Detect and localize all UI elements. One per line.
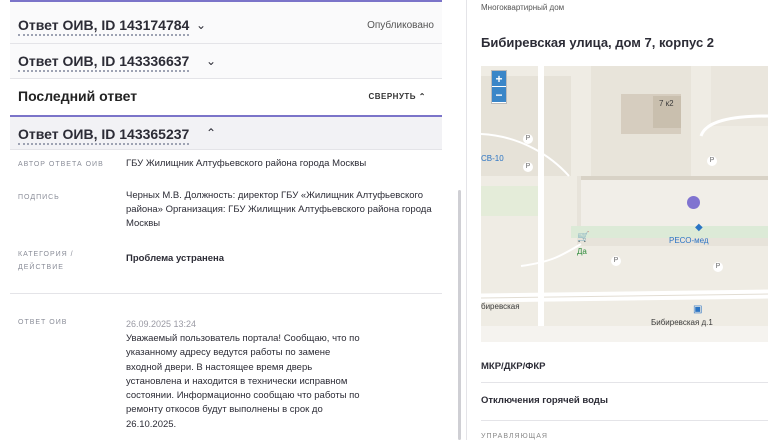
response-title[interactable]: Ответ ОИВ, ID 143336637	[18, 52, 190, 72]
section-hot-water[interactable]: Отключения горячей воды	[481, 395, 608, 406]
chevron-up-icon[interactable]: ⌃	[419, 92, 426, 101]
map[interactable]: + − 7 к2 СВ-10 РЕСО-мед Да биревская Биб…	[481, 66, 768, 342]
poi-resomed-label[interactable]: РЕСО-мед	[669, 236, 709, 245]
section-mkr[interactable]: МКР/ДКР/ФКР	[481, 361, 545, 372]
signature-value: Черных М.В. Должность: директор ГБУ «Жил…	[126, 190, 432, 229]
scrollbar[interactable]	[458, 190, 461, 440]
house-type: Многоквартирный дом	[481, 3, 565, 12]
zoom-control[interactable]: + −	[491, 70, 507, 104]
status-badge: Опубликовано	[367, 20, 434, 31]
response-accordion-1[interactable]: Ответ ОИВ, ID 143174784 ⌄ Опубликовано	[10, 0, 442, 44]
last-answer-heading: Последний ответ	[18, 88, 138, 104]
parking-icon: P	[523, 134, 533, 144]
clinic-icon[interactable]: ◆	[695, 222, 703, 233]
map-canvas[interactable]	[481, 66, 768, 342]
house-address: Бибиревская улица, дом 7, корпус 2	[481, 35, 715, 50]
response-accordion-2[interactable]: Ответ ОИВ, ID 143336637 ⌄	[10, 44, 442, 79]
last-answer-header: Последний ответ СВЕРНУТЬ ⌃	[10, 79, 442, 115]
house-panel: Многоквартирный дом Бибиревская улица, д…	[466, 0, 768, 440]
chevron-down-icon[interactable]: ⌄	[196, 18, 206, 32]
collapse-label[interactable]: СВЕРНУТЬ	[368, 92, 416, 101]
category-label: КАТЕГОРИЯ / ДЕЙСТВИЕ	[18, 251, 74, 271]
building-label: 7 к2	[659, 99, 674, 108]
zoom-out-button[interactable]: −	[492, 87, 506, 103]
zoom-in-button[interactable]: +	[492, 71, 506, 87]
author-value: ГБУ Жилищник Алтуфьевского района города…	[126, 158, 367, 169]
street-label: биревская	[481, 302, 520, 311]
category-value: Проблема устранена	[126, 253, 225, 264]
divider	[481, 382, 768, 383]
answer-text: Уважаемый пользователь портала! Сообщаю,…	[126, 333, 360, 430]
signature-label: ПОДПИСЬ	[18, 194, 60, 201]
response-title[interactable]: Ответ ОИВ, ID 143174784	[18, 16, 190, 36]
location-marker-icon[interactable]	[687, 196, 700, 209]
response-accordion-3[interactable]: Ответ ОИВ, ID 143365237 ⌃	[10, 115, 442, 150]
answer-date: 26.09.2025 13:24	[126, 319, 197, 329]
bus-route-label: СВ-10	[481, 154, 504, 163]
answer-label: ОТВЕТ ОИВ	[18, 319, 68, 326]
divider	[10, 293, 442, 294]
bus-stop-icon[interactable]: ▣	[693, 304, 702, 315]
parking-icon: P	[523, 162, 533, 172]
parking-icon: P	[713, 262, 723, 272]
chevron-up-icon[interactable]: ⌃	[206, 126, 216, 140]
response-panel: Ответ ОИВ, ID 143174784 ⌄ Опубликовано О…	[0, 0, 442, 440]
collapse-button[interactable]: СВЕРНУТЬ ⌃	[368, 92, 426, 101]
parking-icon: P	[707, 156, 717, 166]
response-title[interactable]: Ответ ОИВ, ID 143365237	[18, 125, 190, 145]
author-label: АВТОР ОТВЕТА ОИВ	[18, 161, 104, 168]
divider	[481, 420, 768, 421]
chevron-down-icon[interactable]: ⌄	[206, 54, 216, 68]
bus-stop-label[interactable]: Бибиревская д.1	[651, 318, 713, 327]
poi-shop-label[interactable]: Да	[577, 247, 587, 256]
parking-icon: P	[611, 256, 621, 266]
management-label: УПРАВЛЯЮЩАЯ	[481, 433, 548, 440]
shop-icon[interactable]: 🛒	[577, 232, 589, 243]
